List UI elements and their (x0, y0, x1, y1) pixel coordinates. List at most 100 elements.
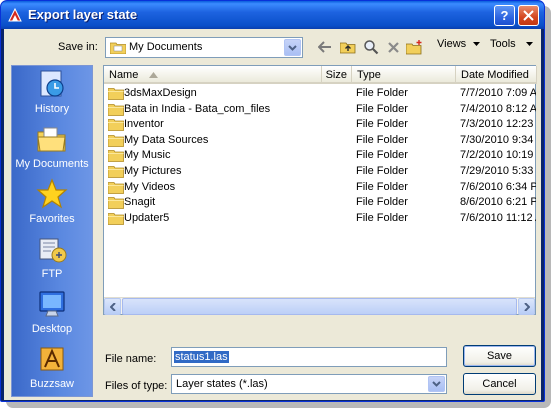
file-name: My Music (124, 149, 171, 162)
file-type: File Folder (356, 102, 408, 115)
delete-button[interactable] (383, 38, 403, 56)
file-type: File Folder (356, 149, 408, 162)
back-button[interactable] (315, 38, 335, 56)
title-bar[interactable]: Export layer state ? (1, 1, 544, 29)
file-row[interactable]: My Videos File Folder 7/6/2010 6:34 PM (104, 180, 537, 196)
sort-ascending-icon (149, 72, 159, 78)
file-row[interactable]: 3dsMaxDesign File Folder 7/7/2010 7:09 AM (104, 86, 537, 102)
save-in-value: My Documents (129, 41, 203, 53)
place-buzzsaw[interactable]: Buzzsaw (12, 343, 92, 401)
buzzsaw-icon (40, 347, 64, 371)
new-folder-button[interactable] (404, 38, 424, 56)
tools-dropdown-icon[interactable] (526, 42, 533, 46)
cancel-button-label: Cancel (482, 378, 517, 390)
tools-menu[interactable]: Tools (490, 38, 516, 50)
file-list[interactable]: Name Size Type Date Modified 3dsMaxDesig… (103, 65, 537, 315)
back-arrow-icon (318, 41, 331, 53)
column-header-type[interactable]: Type (352, 66, 456, 84)
file-type: File Folder (356, 133, 408, 146)
column-header-name[interactable]: Name (104, 66, 322, 84)
app-icon (8, 7, 22, 22)
file-row[interactable]: My Pictures File Folder 7/29/2010 5:33 PM (104, 164, 537, 180)
close-icon (523, 10, 534, 21)
file-date: 7/6/2010 6:34 PM (460, 180, 536, 193)
folder-icon (108, 150, 124, 163)
file-type: File Folder (356, 165, 408, 177)
history-icon (40, 70, 64, 97)
file-row[interactable]: Updater5 File Folder 7/6/2010 11:12 AM (104, 211, 537, 227)
place-favorites[interactable]: Favorites (12, 178, 92, 236)
column-date-label: Date Modified (461, 69, 529, 81)
folder-icon (108, 88, 124, 100)
help-icon: ? (500, 8, 509, 23)
folder-icon (108, 166, 124, 178)
column-header-size[interactable]: Size (322, 66, 352, 84)
file-row[interactable]: Bata in India - Bata_com_files File Folde… (104, 102, 537, 118)
place-label: History (34, 103, 70, 115)
up-folder-button[interactable] (338, 38, 358, 56)
file-name: Bata in India - Bata_com_files (124, 102, 271, 115)
file-row[interactable]: My Music File Folder 7/2/2010 10:19 PM (104, 148, 537, 164)
file-name: My Videos (124, 180, 176, 193)
window-title: Export layer state (28, 7, 138, 22)
search-web-button[interactable] (361, 38, 381, 56)
file-date: 7/7/2010 7:09 AM (460, 87, 536, 99)
dialog-window: Export layer state ? Save in: My Documen… (0, 0, 545, 402)
column-type-label: Type (357, 69, 381, 81)
place-label: Buzzsaw (29, 378, 75, 390)
places-bar: History My Documents Favorites FTP Deskt… (11, 65, 93, 397)
file-name-label: File name: (105, 353, 157, 365)
up-folder-icon (340, 42, 356, 54)
column-header-date[interactable]: Date Modified (456, 66, 537, 84)
file-date: 8/6/2010 6:21 PM (460, 196, 536, 209)
delete-icon (387, 41, 399, 53)
chevron-down-icon (432, 381, 441, 387)
chevron-left-icon (109, 302, 116, 311)
folder-icon (108, 181, 124, 194)
folder-icon (108, 119, 124, 132)
file-name-input[interactable]: status1.las (171, 347, 447, 367)
save-in-dropdown[interactable]: My Documents (105, 37, 303, 58)
place-label: FTP (41, 268, 63, 280)
favorites-icon (36, 178, 68, 209)
file-name: Snagit (124, 196, 156, 209)
file-type: File Folder (356, 180, 408, 193)
place-my-documents[interactable]: My Documents (12, 123, 92, 181)
folder-icon (110, 42, 126, 54)
file-date: 7/30/2010 9:34 AM (460, 133, 536, 146)
file-type: File Folder (356, 87, 408, 99)
save-button-label: Save (486, 350, 513, 362)
horizontal-scrollbar[interactable] (104, 297, 535, 315)
file-type-dropdown[interactable]: Layer states (*.las) (171, 374, 447, 394)
views-menu[interactable]: Views (437, 38, 466, 50)
file-date: 7/29/2010 5:33 PM (460, 165, 536, 177)
cancel-button[interactable]: Cancel (463, 373, 536, 395)
scroll-left-button[interactable] (104, 298, 121, 315)
place-label: My Documents (15, 158, 89, 170)
folder-icon (108, 197, 124, 210)
place-label: Favorites (29, 213, 75, 225)
file-type: File Folder (356, 211, 408, 224)
help-button[interactable]: ? (494, 5, 515, 26)
file-name: Updater5 (124, 211, 170, 224)
file-type-value: Layer states (*.las) (176, 378, 268, 390)
file-name: 3dsMaxDesign (124, 87, 197, 99)
file-type-arrow[interactable] (428, 376, 445, 392)
file-name: My Pictures (124, 165, 182, 177)
desktop-icon (39, 291, 65, 317)
file-date: 7/2/2010 10:19 PM (460, 149, 536, 162)
close-button[interactable] (518, 5, 539, 26)
place-history[interactable]: History (12, 68, 92, 126)
place-ftp[interactable]: FTP (12, 233, 92, 291)
save-in-arrow[interactable] (284, 39, 301, 56)
place-desktop[interactable]: Desktop (12, 288, 92, 346)
save-button[interactable]: Save (463, 345, 536, 367)
views-dropdown-icon[interactable] (473, 42, 480, 46)
file-row[interactable]: Inventor File Folder 7/3/2010 12:23 PM (104, 117, 537, 133)
scroll-right-button[interactable] (518, 298, 535, 315)
file-row[interactable]: My Data Sources File Folder 7/30/2010 9:34… (104, 133, 537, 149)
ftp-icon (39, 238, 67, 263)
files-of-type-label: Files of type: (105, 380, 168, 392)
scroll-thumb[interactable] (122, 298, 517, 315)
file-row[interactable]: Snagit File Folder 8/6/2010 6:21 PM (104, 195, 537, 211)
